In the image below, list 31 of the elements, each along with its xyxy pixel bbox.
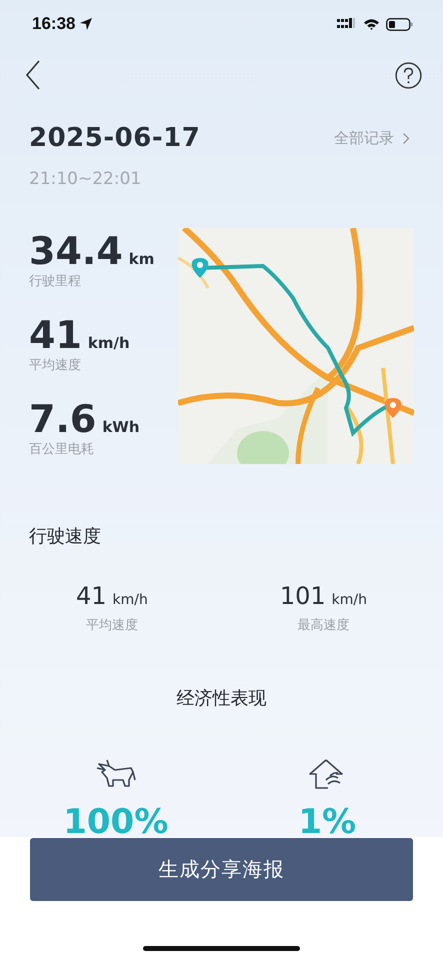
battery-icon <box>386 18 413 30</box>
status-time: 16:38 <box>32 14 76 34</box>
stat-label: 百公里电耗 <box>29 441 95 459</box>
percentage: 100% <box>63 802 168 837</box>
stat-value: 41 <box>29 314 82 356</box>
location-arrow-icon <box>79 17 94 31</box>
help-icon[interactable] <box>395 62 422 88</box>
stat-label: 平均速度 <box>29 357 82 375</box>
speed-value: 41 <box>76 582 107 610</box>
stat-unit: km/h <box>88 334 130 352</box>
section-title: 行驶速度 <box>28 525 102 549</box>
share-poster-button[interactable]: 生成分享海报 <box>30 838 413 901</box>
stat-unit: kWh <box>102 418 140 436</box>
signal-icon <box>337 18 357 30</box>
wifi-icon <box>363 18 380 30</box>
chevron-right-icon <box>402 132 410 144</box>
stat-label: 行驶里程 <box>29 273 82 291</box>
speed-label: 最高速度 <box>297 617 350 634</box>
bull-icon <box>94 758 137 790</box>
trip-date: 2025-06-17 <box>29 123 200 153</box>
speed-unit: km/h <box>112 592 148 608</box>
speed-unit: km/h <box>332 592 367 608</box>
trip-time-range: 21:10~22:01 <box>28 168 142 191</box>
stat-unit: km <box>128 250 154 268</box>
stat-value: 34.4 <box>29 230 123 272</box>
speed-label: 平均速度 <box>86 617 138 634</box>
stat-value: 7.6 <box>29 398 96 440</box>
section-title: 经济性表现 <box>176 687 268 711</box>
percentage: 1% <box>298 802 356 837</box>
back-icon[interactable] <box>25 60 41 90</box>
speed-value: 101 <box>280 582 326 610</box>
